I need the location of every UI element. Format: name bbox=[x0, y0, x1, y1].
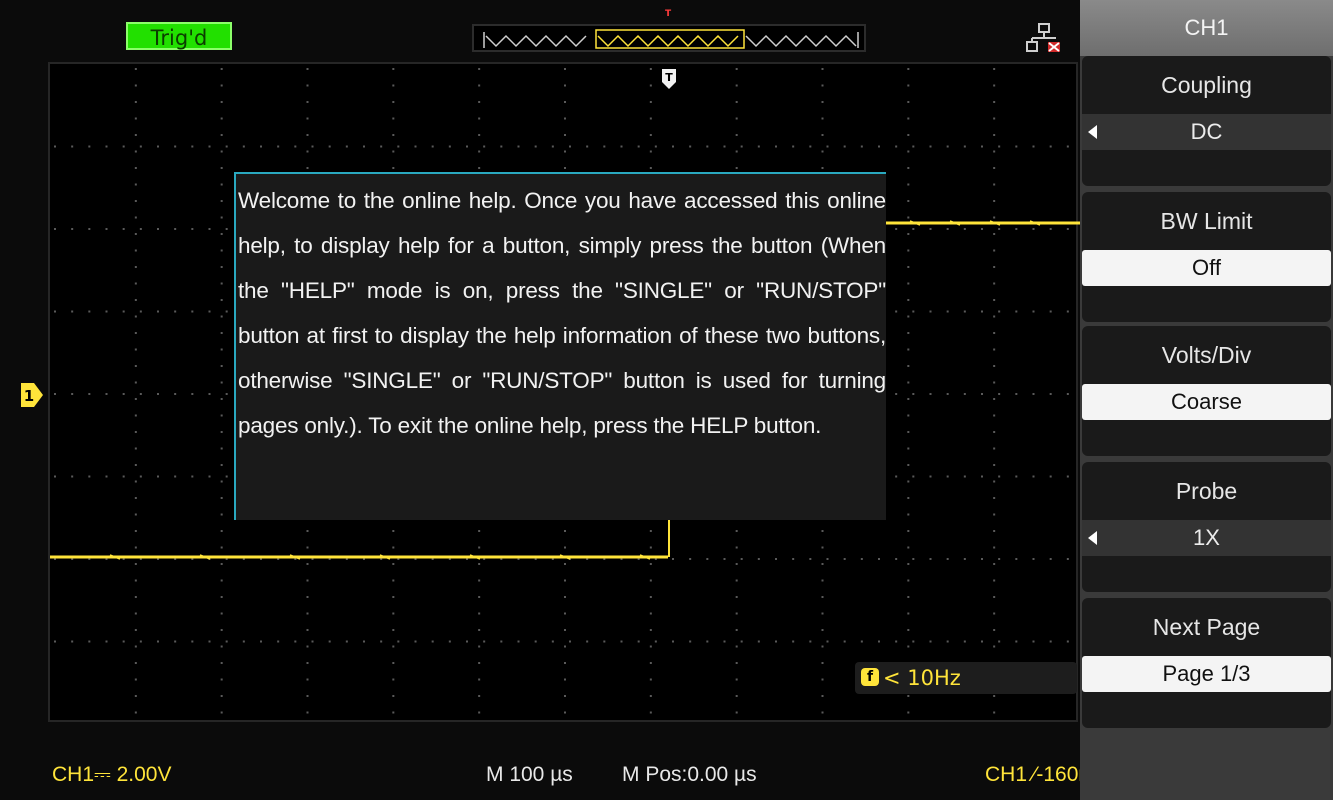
menu-item-probe[interactable]: Probe 1X bbox=[1082, 462, 1331, 592]
network-disconnected-icon bbox=[1024, 20, 1064, 60]
menu-item-value: Off bbox=[1082, 250, 1331, 286]
ch1-scale-readout: CH1⎓ 2.00V bbox=[52, 763, 172, 786]
menu-item-label: Volts/Div bbox=[1161, 342, 1252, 368]
menu-item-volts-div[interactable]: Volts/Div Coarse bbox=[1082, 326, 1331, 456]
trigger-status-badge: Trig'd bbox=[126, 22, 232, 50]
menu-item-label: Next Page bbox=[1152, 614, 1261, 640]
menu-item-label: Probe bbox=[1175, 478, 1238, 504]
ch1-ground-marker: 1 bbox=[20, 382, 44, 408]
channel-menu: CH1 Coupling DC BW Limit Off Volts/Div C… bbox=[1080, 0, 1333, 800]
menu-item-coupling[interactable]: Coupling DC bbox=[1082, 56, 1331, 186]
menu-item-next-page[interactable]: Next Page Page 1/3 bbox=[1082, 598, 1331, 728]
menu-item-value: 1X bbox=[1082, 520, 1331, 556]
trigger-position-top-marker: T bbox=[665, 9, 672, 19]
svg-text:1: 1 bbox=[24, 387, 34, 405]
menu-item-label: BW Limit bbox=[1160, 208, 1253, 234]
online-help-panel: Welcome to the online help. Once you hav… bbox=[234, 172, 886, 520]
left-arrow-icon bbox=[1088, 531, 1097, 545]
frequency-counter: f < 10Hz bbox=[855, 662, 1077, 694]
timebase-readout: M 100 µs bbox=[486, 763, 573, 786]
horizontal-position-readout: M Pos:0.00 µs bbox=[622, 763, 757, 786]
memory-waveform-bar bbox=[472, 24, 866, 52]
menu-item-value: Page 1/3 bbox=[1082, 656, 1331, 692]
menu-item-value: Coarse bbox=[1082, 384, 1331, 420]
trigger-position-marker: T bbox=[661, 68, 677, 90]
svg-text:T: T bbox=[665, 71, 673, 84]
menu-item-bw-limit[interactable]: BW Limit Off bbox=[1082, 192, 1331, 322]
menu-item-value: DC bbox=[1082, 114, 1331, 150]
help-text: Welcome to the online help. Once you hav… bbox=[238, 188, 886, 438]
left-arrow-icon bbox=[1088, 125, 1097, 139]
menu-item-label: Coupling bbox=[1161, 72, 1252, 98]
frequency-icon: f bbox=[861, 668, 879, 686]
frequency-value: < 10Hz bbox=[883, 666, 961, 690]
menu-title: CH1 bbox=[1080, 0, 1333, 56]
